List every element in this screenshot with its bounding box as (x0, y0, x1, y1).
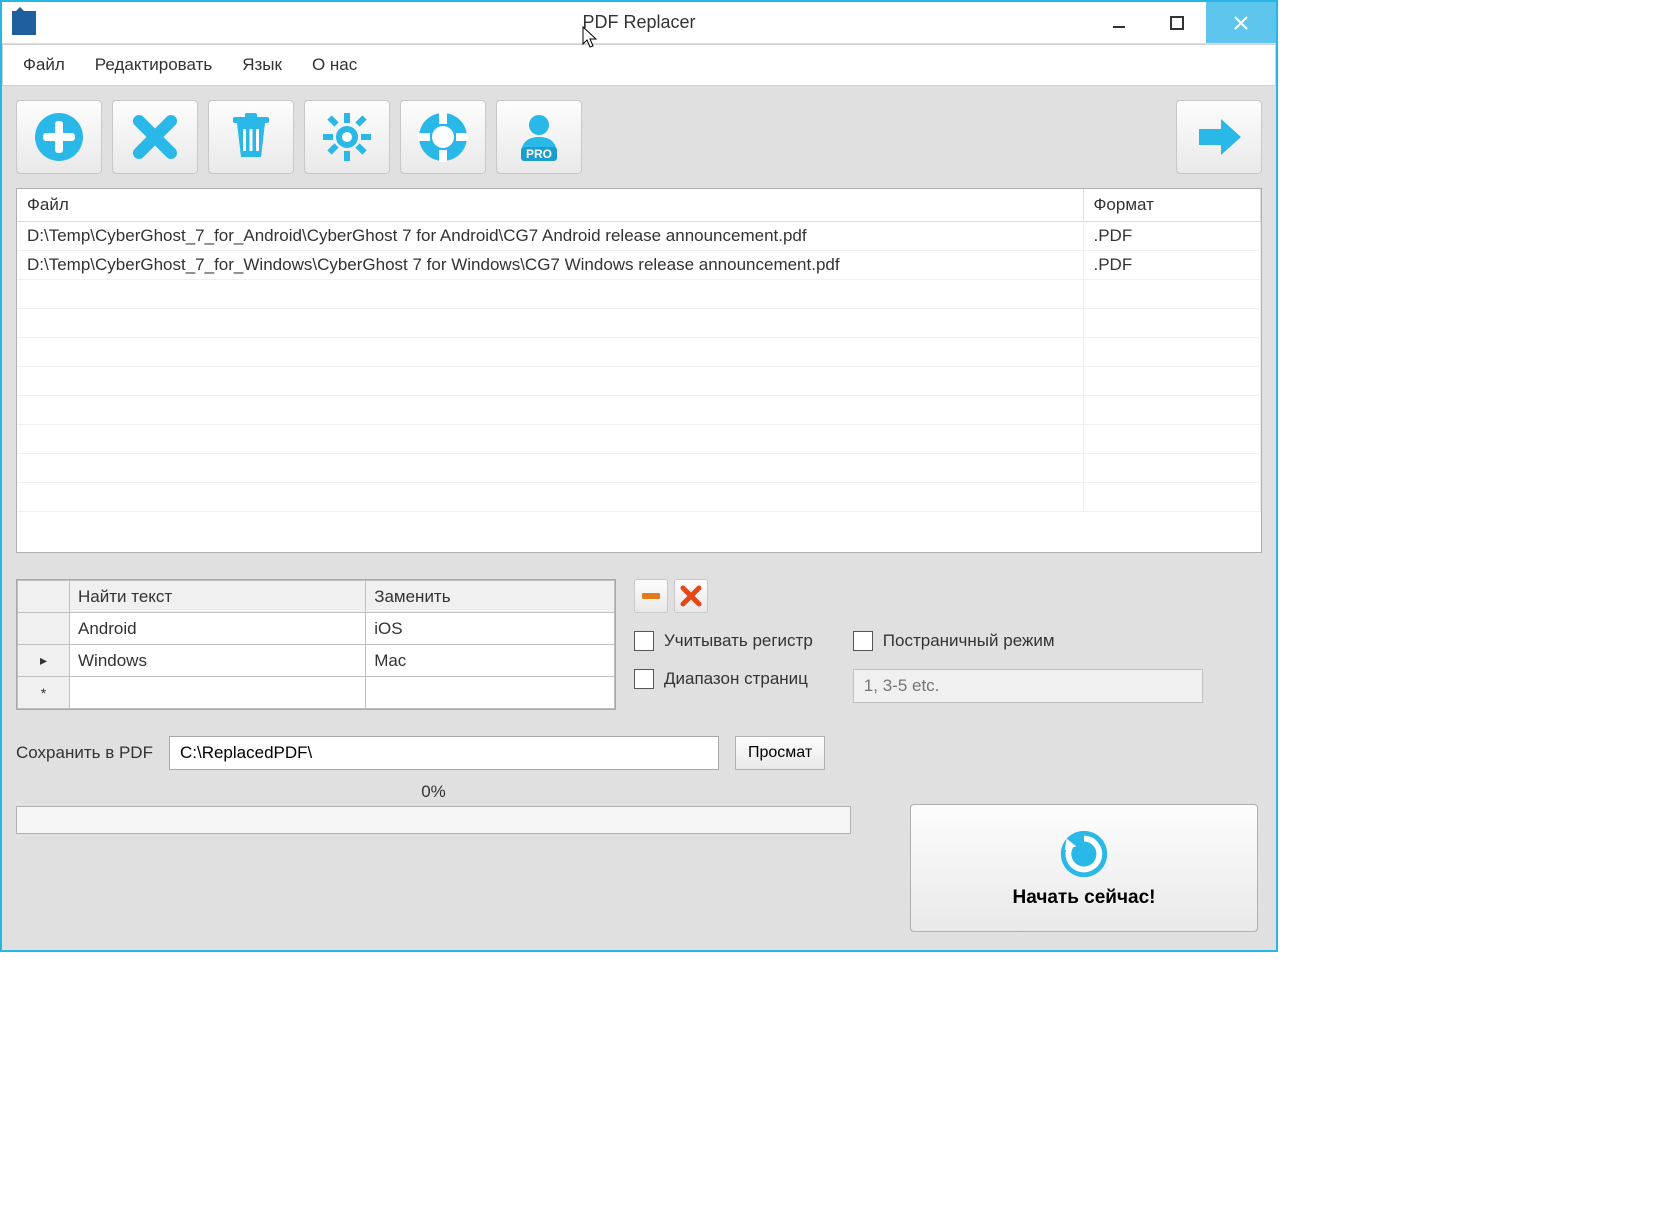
help-button[interactable] (400, 100, 486, 174)
minus-icon (640, 585, 662, 607)
arrow-right-icon (1191, 109, 1247, 165)
case-sensitive-checkbox[interactable] (634, 631, 654, 651)
menu-lang[interactable]: Язык (242, 55, 282, 75)
clear-rows-button[interactable] (674, 579, 708, 613)
menu-edit[interactable]: Редактировать (95, 55, 212, 75)
app-icon (12, 11, 36, 35)
col-header-file[interactable]: Файл (17, 189, 1083, 222)
go-button[interactable] (1176, 100, 1262, 174)
titlebar: PDF Replacer (2, 2, 1276, 44)
start-label: Начать сейчас! (1013, 887, 1156, 909)
menu-about[interactable]: О нас (312, 55, 357, 75)
table-row[interactable]: Android iOS (18, 613, 615, 645)
toolbar: PRO (16, 100, 1262, 174)
table-row[interactable]: D:\Temp\CyberGhost_7_for_Android\CyberGh… (17, 222, 1261, 251)
user-pro-icon: PRO (511, 109, 567, 165)
page-range-label: Диапазон страниц (664, 669, 808, 689)
table-row[interactable]: D:\Temp\CyberGhost_7_for_Windows\CyberGh… (17, 251, 1261, 280)
save-label: Сохранить в PDF (16, 743, 153, 763)
col-header-replace[interactable]: Заменить (366, 581, 615, 613)
remove-row-button[interactable] (634, 579, 668, 613)
close-button[interactable] (1206, 2, 1276, 43)
svg-text:PRO: PRO (526, 147, 552, 161)
trash-icon (223, 109, 279, 165)
settings-button[interactable] (304, 100, 390, 174)
maximize-button[interactable] (1148, 2, 1206, 43)
lifebuoy-icon (415, 109, 471, 165)
x-icon (127, 109, 183, 165)
replace-grid[interactable]: Найти текст Заменить Android iOS ▸ Windo… (16, 579, 616, 710)
page-mode-checkbox[interactable] (853, 631, 873, 651)
progress-percent: 0% (16, 782, 851, 802)
gear-icon (319, 109, 375, 165)
x-icon (680, 585, 702, 607)
browse-button[interactable]: Просмат (735, 736, 825, 770)
file-list[interactable]: Файл Формат D:\Temp\CyberGhost_7_for_And… (16, 188, 1262, 553)
col-header-find[interactable]: Найти текст (70, 581, 366, 613)
pro-button[interactable]: PRO (496, 100, 582, 174)
app-window: PDF Replacer Файл Редактировать Язык О н… (0, 0, 1278, 952)
add-button[interactable] (16, 100, 102, 174)
start-button[interactable]: Начать сейчас! (910, 804, 1258, 932)
menu-file[interactable]: Файл (23, 55, 65, 75)
remove-button[interactable] (112, 100, 198, 174)
page-range-input[interactable] (853, 669, 1203, 703)
table-row[interactable]: ▸ Windows Mac (18, 645, 615, 677)
refresh-icon (1057, 827, 1111, 881)
clear-button[interactable] (208, 100, 294, 174)
save-path-input[interactable] (169, 736, 719, 770)
page-range-checkbox[interactable] (634, 669, 654, 689)
window-title: PDF Replacer (582, 12, 695, 33)
minimize-button[interactable] (1090, 2, 1148, 43)
progress-bar (16, 806, 851, 834)
table-row[interactable]: * (18, 677, 615, 709)
page-mode-label: Постраничный режим (883, 631, 1055, 651)
col-header-format[interactable]: Формат (1083, 189, 1261, 222)
case-sensitive-label: Учитывать регистр (664, 631, 813, 651)
menubar: Файл Редактировать Язык О нас (2, 44, 1276, 86)
plus-icon (31, 109, 87, 165)
